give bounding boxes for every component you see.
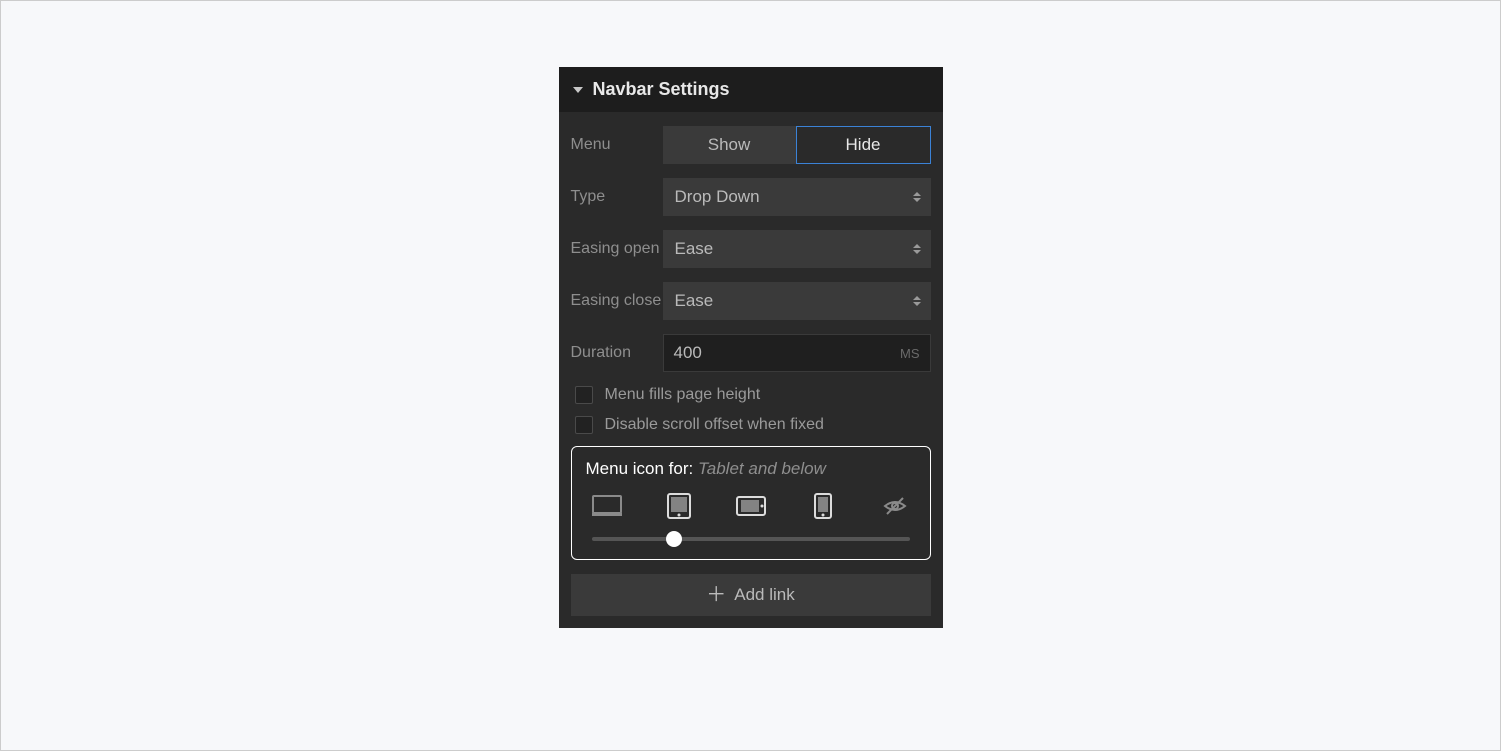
- breakpoint-icons: [586, 493, 916, 519]
- plus-icon: ＋: [706, 585, 726, 605]
- disable-scroll-row: Disable scroll offset when fixed: [571, 416, 931, 434]
- panel-header[interactable]: Navbar Settings: [559, 67, 943, 112]
- duration-label: Duration: [571, 343, 663, 362]
- easing-close-row: Easing close Ease: [571, 282, 931, 320]
- duration-row: Duration 400 MS: [571, 334, 931, 372]
- menu-show-button[interactable]: Show: [663, 126, 796, 164]
- breakpoint-slider[interactable]: [592, 537, 910, 541]
- duration-unit: MS: [900, 346, 920, 361]
- panel-body: Menu Show Hide Type Drop Down Easing ope…: [559, 112, 943, 628]
- phone-icon[interactable]: [808, 493, 838, 519]
- breakpoint-prefix: Menu icon for:: [586, 459, 698, 478]
- easing-close-label: Easing close: [571, 291, 663, 310]
- menu-row: Menu Show Hide: [571, 126, 931, 164]
- menu-label: Menu: [571, 135, 663, 154]
- type-label: Type: [571, 187, 663, 206]
- disable-scroll-checkbox[interactable]: [575, 416, 593, 434]
- add-link-label: Add link: [734, 585, 794, 605]
- fills-height-checkbox[interactable]: [575, 386, 593, 404]
- easing-open-value: Ease: [675, 239, 714, 259]
- menu-hide-button[interactable]: Hide: [796, 126, 931, 164]
- tablet-icon[interactable]: [664, 493, 694, 519]
- easing-open-row: Easing open Ease: [571, 230, 931, 268]
- easing-close-select[interactable]: Ease: [663, 282, 931, 320]
- type-select[interactable]: Drop Down: [663, 178, 931, 216]
- select-chevron-icon: [913, 244, 921, 254]
- slider-thumb[interactable]: [666, 531, 682, 547]
- navbar-settings-panel: Navbar Settings Menu Show Hide Type Drop…: [559, 67, 943, 628]
- fills-height-label: Menu fills page height: [605, 386, 761, 404]
- tablet-landscape-icon[interactable]: [736, 493, 766, 519]
- panel-title: Navbar Settings: [593, 79, 730, 100]
- select-chevron-icon: [913, 192, 921, 202]
- duration-input[interactable]: 400 MS: [663, 334, 931, 372]
- breakpoint-box: Menu icon for: Tablet and below: [571, 446, 931, 560]
- menu-segment: Show Hide: [663, 126, 931, 164]
- select-chevron-icon: [913, 296, 921, 306]
- easing-close-value: Ease: [675, 291, 714, 311]
- desktop-icon[interactable]: [592, 493, 622, 519]
- easing-open-select[interactable]: Ease: [663, 230, 931, 268]
- type-value: Drop Down: [675, 187, 760, 207]
- disable-scroll-label: Disable scroll offset when fixed: [605, 416, 824, 434]
- breakpoint-value: Tablet and below: [698, 459, 826, 478]
- add-link-button[interactable]: ＋ Add link: [571, 574, 931, 616]
- type-row: Type Drop Down: [571, 178, 931, 216]
- hidden-icon[interactable]: [880, 493, 910, 519]
- breakpoint-title: Menu icon for: Tablet and below: [586, 459, 916, 479]
- duration-value: 400: [674, 343, 702, 363]
- collapse-icon: [573, 87, 583, 93]
- fills-height-row: Menu fills page height: [571, 386, 931, 404]
- easing-open-label: Easing open: [571, 239, 663, 258]
